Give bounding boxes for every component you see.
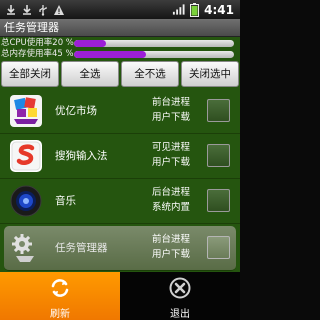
cpu-usage-fill [74, 40, 106, 47]
task-manager-icon [8, 230, 44, 266]
process-state: 前台进程 [152, 97, 191, 108]
select-none-button[interactable]: 全不选 [121, 61, 179, 87]
music-icon [8, 183, 44, 219]
refresh-button[interactable]: 刷新 [0, 272, 120, 320]
warning-icon [52, 3, 65, 16]
close-selected-button[interactable]: 关闭选中 [181, 61, 239, 87]
status-clock: 4:41 [204, 2, 234, 17]
select-checkbox[interactable] [207, 99, 230, 122]
memory-usage-fill [74, 51, 146, 58]
bottom-bar: 刷新 退出 [0, 272, 240, 320]
install-type: 系统内置 [152, 202, 191, 213]
process-state: 后台进程 [152, 187, 191, 198]
window-title: 任务管理器 [0, 19, 240, 37]
install-type: 用户下载 [152, 157, 191, 168]
app-status: 后台进程 系统内置 [152, 185, 190, 215]
list-item[interactable]: 音乐 后台进程 系统内置 [0, 179, 240, 224]
memory-usage-label: 总内存使用率45 % [1, 49, 74, 59]
app-name: 音乐 [55, 195, 76, 207]
app-name: 搜狗输入法 [55, 150, 108, 162]
app-name: 任务管理器 [55, 242, 108, 254]
process-state: 前台进程 [152, 234, 191, 245]
exit-button[interactable]: 退出 [120, 272, 240, 320]
action-button-row: 全部关闭 全选 全不选 关闭选中 [0, 61, 240, 89]
signal-icon [172, 3, 185, 16]
status-bar: 4:41 [0, 0, 240, 19]
cpu-usage-label: 总CPU使用率20 % [1, 38, 74, 48]
cpu-usage-bar [74, 40, 234, 47]
list-item[interactable]: 搜狗输入法 可见进程 用户下载 [0, 134, 240, 179]
app-name: 优亿市场 [55, 105, 97, 117]
install-type: 用户下载 [152, 112, 191, 123]
app-status: 前台进程 用户下载 [152, 95, 190, 125]
list-item[interactable]: 优亿市场 前台进程 用户下载 [0, 89, 240, 134]
memory-usage-row: 总内存使用率45 % [0, 49, 240, 61]
list-item[interactable]: 任务管理器 前台进程 用户下载 [4, 226, 236, 271]
download-icon [4, 3, 17, 16]
process-state: 可见进程 [152, 142, 191, 153]
usb-icon [36, 3, 49, 16]
select-all-button[interactable]: 全选 [61, 61, 119, 87]
close-icon [169, 277, 191, 299]
refresh-label: 刷新 [50, 309, 70, 320]
market-icon [8, 93, 44, 129]
process-list: 优亿市场 前台进程 用户下载 搜狗输入法 可见进程 用户下载 音乐 后台进程 系… [0, 89, 240, 273]
select-checkbox[interactable] [207, 144, 230, 167]
select-checkbox[interactable] [207, 236, 230, 259]
sogou-icon [8, 138, 44, 174]
exit-label: 退出 [170, 309, 190, 320]
app-status: 前台进程 用户下载 [152, 232, 190, 262]
main-panel: 总CPU使用率20 % 总内存使用率45 % 全部关闭 全选 全不选 关闭选中 [0, 37, 240, 272]
install-type: 用户下载 [152, 249, 191, 260]
refresh-icon [49, 277, 71, 299]
app-status: 可见进程 用户下载 [152, 140, 190, 170]
download-icon [20, 3, 33, 16]
battery-icon [188, 2, 201, 17]
memory-usage-bar [74, 51, 234, 58]
select-checkbox[interactable] [207, 189, 230, 212]
close-all-button[interactable]: 全部关闭 [1, 61, 59, 87]
